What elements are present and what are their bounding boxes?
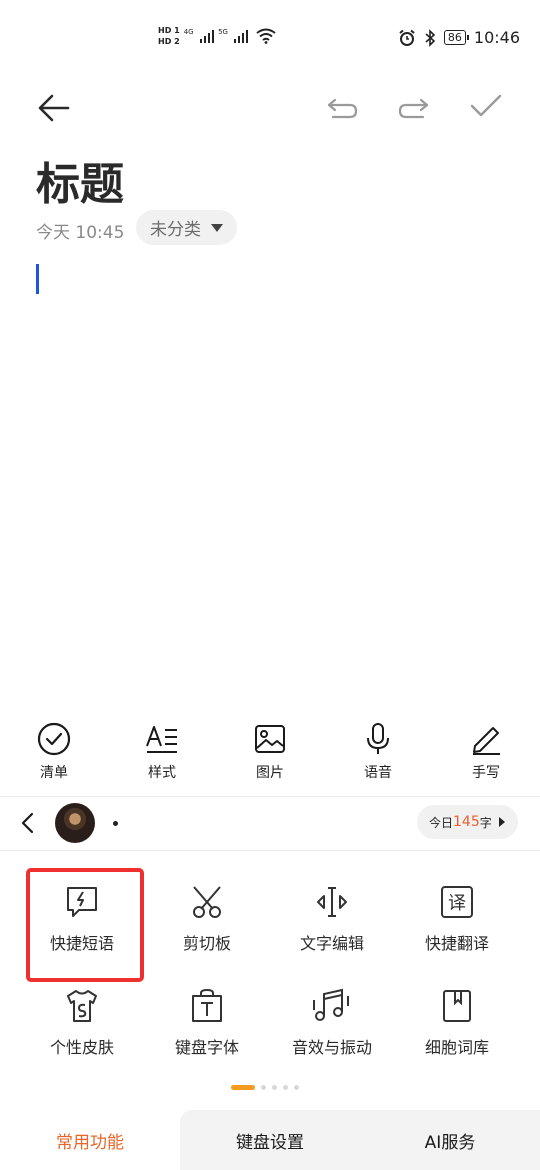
tab-ai-service[interactable]: AI服务 (360, 1110, 540, 1170)
feature-skin-label: 个性皮肤 (49, 1038, 114, 1057)
highlight-box (26, 868, 144, 982)
scissors-icon (193, 886, 221, 918)
feature-clipboard-label: 剪切板 (182, 934, 231, 953)
signal-2-icon (233, 29, 249, 43)
alarm-icon (399, 29, 415, 46)
font-bag-icon (192, 988, 222, 1022)
pen-icon (473, 727, 500, 755)
avatar[interactable] (55, 803, 95, 843)
feature-text-edit[interactable]: 文字编辑 (272, 884, 392, 954)
tool-style[interactable]: 样式 (117, 722, 207, 782)
tshirt-icon (67, 990, 97, 1022)
book-icon (443, 990, 471, 1022)
tool-checklist-label: 清单 (40, 765, 68, 781)
tool-image[interactable]: 图片 (225, 722, 315, 782)
hd-badges: HD 1 HD 2 (158, 26, 180, 46)
page-indicator (231, 1085, 299, 1090)
svg-text:译: 译 (448, 893, 466, 914)
chevron-left-icon (21, 812, 34, 834)
page-dot-active (231, 1085, 255, 1090)
check-icon (470, 94, 502, 117)
feature-cell-lexicon-label: 细胞词库 (424, 1038, 489, 1057)
caret-right-icon (498, 817, 505, 827)
page-dot (261, 1085, 266, 1090)
feature-quick-translate-label: 快捷翻译 (424, 934, 489, 953)
divider (0, 850, 540, 851)
network-type-2: 5G (218, 28, 228, 36)
note-body-editor[interactable] (0, 300, 540, 700)
feature-keyboard-font-label: 键盘字体 (174, 1038, 239, 1057)
feature-text-edit-label: 文字编辑 (299, 934, 364, 953)
feature-skin[interactable]: 个性皮肤 (22, 988, 142, 1058)
page-dot (294, 1085, 299, 1090)
feature-keyboard-font[interactable]: 键盘字体 (147, 988, 267, 1058)
text-edit-icon (317, 887, 347, 917)
network-type-1: 4G (183, 28, 194, 36)
tool-image-label: 图片 (256, 765, 284, 781)
word-count-value: 145 (453, 814, 480, 830)
text-cursor (36, 264, 39, 294)
microphone-icon (367, 723, 389, 754)
battery-indicator: 86 (443, 30, 469, 45)
translate-icon: 译 (441, 886, 473, 918)
wifi-icon (256, 28, 277, 44)
tool-voice[interactable]: 语音 (333, 722, 423, 782)
category-dropdown[interactable]: 未分类 (136, 210, 237, 245)
divider (0, 796, 540, 797)
tab-common-functions[interactable]: 常用功能 (0, 1110, 180, 1170)
status-right: 86 10:46 (398, 28, 520, 47)
page-dot (272, 1085, 277, 1090)
signal-1-icon (199, 29, 215, 43)
dropdown-caret-icon (211, 223, 223, 232)
bluetooth-icon (425, 28, 436, 47)
indicator-dot (113, 821, 118, 826)
feature-clipboard[interactable]: 剪切板 (147, 884, 267, 954)
note-title-field[interactable]: 标题 (36, 148, 124, 212)
back-button[interactable] (30, 86, 78, 130)
word-count-prefix: 今日 (429, 815, 454, 830)
word-count-suffix: 字 (479, 815, 492, 830)
music-icon (313, 988, 349, 1021)
tool-voice-label: 语音 (364, 765, 392, 781)
undo-button[interactable] (322, 88, 362, 128)
confirm-button[interactable] (466, 86, 506, 126)
feature-sound-vibration-label: 音效与振动 (291, 1038, 372, 1057)
hd1-badge: HD 1 (158, 26, 180, 35)
tool-checklist[interactable]: 清单 (9, 722, 99, 782)
feature-quick-translate[interactable]: 译 快捷翻译 (397, 884, 517, 954)
ime-collapse-button[interactable] (12, 806, 42, 840)
redo-icon (398, 98, 429, 119)
feature-sound-vibration[interactable]: 音效与振动 (272, 988, 392, 1058)
arrow-left-icon (38, 94, 70, 122)
page-dot (283, 1085, 288, 1090)
tool-style-label: 样式 (148, 765, 176, 781)
status-signals: HD 1 HD 2 4G 5G (158, 26, 277, 46)
tool-handwriting[interactable]: 手写 (441, 722, 531, 782)
undo-icon (327, 98, 358, 119)
image-icon (255, 725, 285, 753)
text-style-icon (146, 726, 177, 753)
tool-handwriting-label: 手写 (472, 765, 500, 781)
daily-word-count[interactable]: 今日 145 字 (417, 805, 518, 839)
checklist-icon (37, 722, 71, 756)
feature-cell-lexicon[interactable]: 细胞词库 (397, 988, 517, 1058)
status-time: 10:46 (473, 28, 520, 47)
tab-keyboard-settings[interactable]: 键盘设置 (180, 1110, 360, 1170)
ime-tab-bar: 常用功能 键盘设置 AI服务 (0, 1110, 540, 1170)
category-label: 未分类 (150, 220, 201, 240)
hd2-badge: HD 2 (158, 37, 180, 46)
note-date: 今天 10:45 (36, 223, 125, 243)
status-bar: HD 1 HD 2 4G 5G 86 10:46 (0, 0, 540, 80)
redo-button[interactable] (394, 88, 434, 128)
